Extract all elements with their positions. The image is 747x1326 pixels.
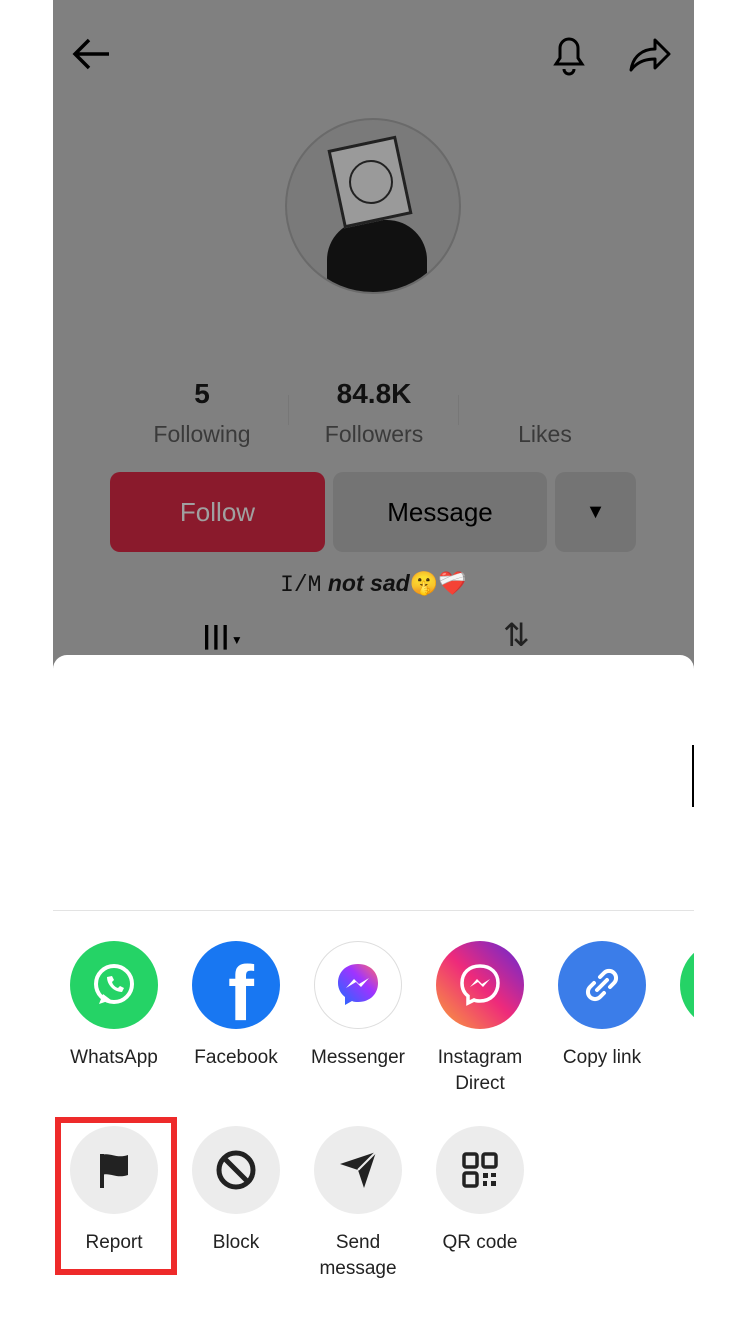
- share-label: Copy link: [562, 1047, 642, 1068]
- likes-label: Likes: [518, 421, 572, 447]
- share-whatsapp[interactable]: WhatsApp: [53, 941, 175, 1071]
- scrollbar[interactable]: [692, 745, 694, 807]
- bio-prefix: I/M: [280, 572, 322, 598]
- action-qr-code[interactable]: QR code: [419, 1126, 541, 1256]
- share-label: Facebook: [194, 1047, 278, 1068]
- share-messenger[interactable]: Messenger: [297, 941, 419, 1071]
- action-label: Send message: [319, 1232, 397, 1279]
- profile-backdrop: 5 Following 84.8K Followers Likes Follow…: [53, 0, 694, 670]
- followers-label[interactable]: Followers: [289, 421, 459, 448]
- share-label: WhatsApp: [70, 1047, 158, 1068]
- share-label: Messenger: [311, 1047, 405, 1068]
- facebook-icon: f: [192, 941, 280, 1029]
- divider: [458, 395, 459, 425]
- share-copy-link[interactable]: Copy link: [541, 941, 663, 1071]
- qr-code-icon: [436, 1126, 524, 1214]
- profile-avatar: [285, 118, 461, 294]
- action-label: QR code: [442, 1232, 518, 1253]
- more-dropdown-button[interactable]: ▼: [555, 472, 636, 552]
- following-count: 5: [194, 378, 210, 409]
- link-icon: [558, 941, 646, 1029]
- share-facebook[interactable]: f Facebook: [175, 941, 297, 1071]
- videos-tab-grid-icon[interactable]: |||▼: [203, 620, 245, 651]
- share-arrow-icon[interactable]: [627, 34, 673, 74]
- bio-text: not sad: [327, 570, 410, 596]
- followers-count: 84.8K: [336, 378, 412, 409]
- bio-emoji: 🤫❤️‍🩹: [409, 570, 467, 596]
- instagram-direct-icon: [436, 941, 524, 1029]
- reposts-tab-icon[interactable]: ⇅: [503, 616, 530, 654]
- share-instagram-direct[interactable]: Instagram Direct: [419, 941, 541, 1097]
- following-label[interactable]: Following: [117, 421, 287, 448]
- messenger-icon: [314, 941, 402, 1029]
- follow-button[interactable]: Follow: [110, 472, 325, 552]
- block-icon: [192, 1126, 280, 1214]
- bell-icon[interactable]: [550, 32, 588, 76]
- action-label: Block: [212, 1232, 260, 1253]
- action-send-message[interactable]: Send message: [297, 1126, 419, 1282]
- message-button[interactable]: Message: [333, 472, 547, 552]
- whatsapp-icon: [70, 941, 158, 1029]
- send-icon: [314, 1126, 402, 1214]
- action-block[interactable]: Block: [175, 1126, 297, 1256]
- bio: I/M not sad🤫❤️‍🩹: [53, 570, 694, 598]
- divider: [53, 910, 694, 911]
- share-label: Instagram Direct: [437, 1047, 523, 1094]
- report-highlight-box: [55, 1117, 177, 1275]
- arrow-left-icon[interactable]: [71, 36, 113, 72]
